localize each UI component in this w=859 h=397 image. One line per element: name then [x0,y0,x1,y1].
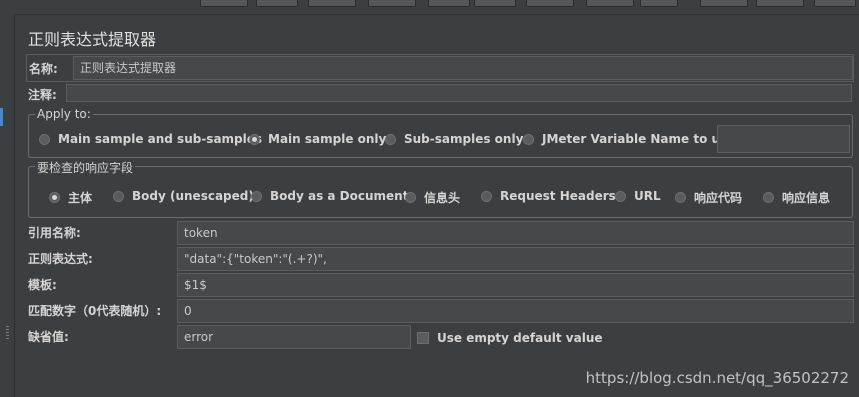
jmeter-variable-field[interactable] [717,125,850,153]
toolbar-button[interactable] [814,0,856,7]
toolbar-button[interactable] [526,0,574,7]
radio-label: Sub-samples only [404,132,524,146]
radio-response-message[interactable]: 响应信息 [763,189,830,206]
radio-icon [385,133,396,145]
radio-label: Body (unescaped) [132,189,254,203]
ref-name-label: 引用名称: [28,226,81,240]
regex-label: 正则表达式: [28,252,93,266]
apply-to-group: Apply to: Main sample and sub-samples Ma… [28,107,853,158]
comment-label: 注释: [28,88,57,102]
response-field-legend: 要检查的响应字段 [35,159,136,176]
radio-body-as-document[interactable]: Body as a Document [251,189,408,203]
radio-icon [251,190,262,202]
tree-panel-edge [0,14,15,397]
radio-label: Request Headers [500,189,616,203]
match-no-label: 匹配数字（0代表随机）: [28,304,162,318]
radio-sub-only[interactable]: Sub-samples only [385,132,523,146]
regex-extractor-panel: 正则表达式提取器 名称: 正则表达式提取器 注释: Apply to: Main… [18,16,859,397]
radio-label: 信息头 [424,191,461,205]
toolbar-separator [14,14,859,15]
radio-icon [615,190,626,202]
regex-field[interactable]: "data":{"token":"(.+?)", [177,247,854,271]
default-value-label: 缺省值: [28,330,69,344]
radio-label: Main sample and sub-samples [58,132,263,146]
template-field[interactable]: $1$ [177,273,854,297]
toolbar-button[interactable] [428,0,470,7]
radio-label: Body as a Document [270,189,409,203]
panel-title: 正则表达式提取器 [28,30,157,49]
toolbar-button[interactable] [700,0,748,7]
radio-main-and-sub[interactable]: Main sample and sub-samples [39,132,262,146]
radio-label: JMeter Variable Name to use [542,132,736,146]
watermark: https://blog.csdn.net/qq_36502272 [585,369,849,387]
match-no-field[interactable]: 0 [177,299,854,323]
toolbar-button[interactable] [308,0,356,7]
radio-main-only[interactable]: Main sample only [249,132,386,146]
radio-body[interactable]: 主体 [49,189,92,206]
radio-icon [39,133,50,145]
radio-icon [405,192,416,203]
ref-name-field[interactable]: token [177,221,854,245]
toolbar-button[interactable] [474,0,516,7]
apply-to-legend: Apply to: [35,107,93,121]
radio-icon [481,190,492,202]
default-value-field[interactable]: error [177,325,411,349]
radio-label: Main sample only [268,132,387,146]
tree-selection-marker [0,108,3,126]
comment-field[interactable] [66,84,852,102]
toolbar-button[interactable] [200,0,248,7]
name-label: 名称: [29,62,58,76]
response-field-group: 要检查的响应字段 主体 Body (unescaped) Body as a D… [28,159,853,218]
radio-jmeter-variable[interactable]: JMeter Variable Name to use [523,132,735,146]
radio-icon [523,133,534,145]
split-pane-handle[interactable] [6,326,9,340]
toolbar-button[interactable] [586,0,634,7]
use-empty-default-label: Use empty default value [437,331,603,345]
name-field[interactable]: 正则表达式提取器 [73,56,853,80]
toolbar-button[interactable] [368,0,416,7]
radio-label: 响应信息 [782,191,831,205]
checkbox-icon [417,332,429,344]
radio-selected-icon [49,192,60,203]
toolbar-button[interactable] [640,0,678,7]
radio-label: URL [634,189,661,203]
radio-body-unescaped[interactable]: Body (unescaped) [113,189,254,203]
radio-icon [763,192,774,203]
radio-icon [113,190,124,202]
radio-headers[interactable]: 信息头 [405,189,460,206]
radio-request-headers[interactable]: Request Headers [481,189,616,203]
template-label: 模板: [28,278,57,292]
radio-selected-icon [249,133,260,145]
use-empty-default-checkbox[interactable]: Use empty default value [417,331,603,345]
name-row: 名称: 正则表达式提取器 [26,54,854,82]
radio-label: 主体 [68,191,93,205]
radio-url[interactable]: URL [615,189,661,203]
toolbar [0,0,859,12]
toolbar-button[interactable] [256,0,298,7]
comment-row: 注释: [26,84,854,102]
radio-icon [675,192,686,203]
radio-response-code[interactable]: 响应代码 [675,189,742,206]
toolbar-button[interactable] [756,0,804,7]
radio-label: 响应代码 [694,191,743,205]
